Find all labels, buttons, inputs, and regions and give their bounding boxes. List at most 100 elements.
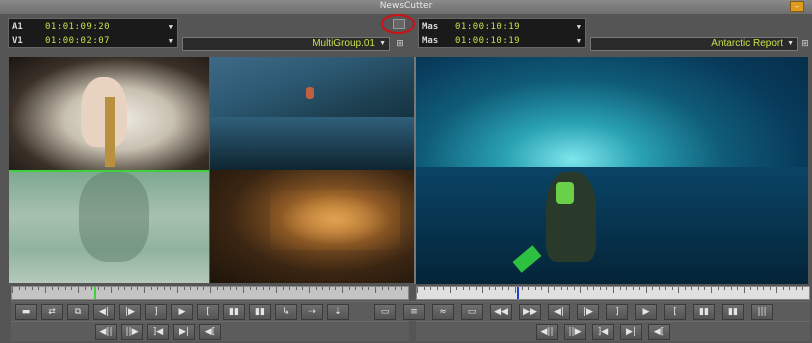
sync-icon[interactable]: ≈	[432, 304, 454, 320]
timeline-tick	[65, 287, 66, 290]
timeline-tick	[489, 287, 490, 290]
timeline-tick	[362, 287, 363, 290]
mark-in-icon[interactable]: [	[197, 304, 219, 320]
splice-icon[interactable]: ▮▮	[693, 304, 715, 320]
go-to-out-icon[interactable]: ▶|	[173, 324, 195, 340]
record-button-row-2: ◀|| ||▶ ]◀ ▶| ◀[	[416, 321, 810, 341]
track-label: Mas	[422, 36, 439, 46]
record-sequence-select[interactable]: Antarctic Report ▼	[590, 37, 798, 51]
overwrite-icon[interactable]: ⧉	[67, 304, 89, 320]
clear-in-icon[interactable]: ◀[	[648, 324, 670, 340]
play-icon[interactable]: ▶	[171, 304, 193, 320]
source-clip-select[interactable]: MultiGroup.01 ▼	[182, 37, 390, 51]
source-position-bar[interactable]	[11, 286, 409, 300]
grid-menu-icon[interactable]: ⊞	[395, 39, 405, 49]
multicam-angle-3[interactable]	[9, 170, 209, 283]
timeline-tick	[118, 287, 119, 290]
grid-menu-icon[interactable]: ⊞	[800, 39, 810, 49]
timeline-tick	[263, 287, 264, 290]
step-forward-icon[interactable]: ◀|	[548, 304, 570, 320]
timeline-tick	[450, 287, 451, 293]
dropdown-arrow-icon: ▼	[787, 40, 794, 47]
timeline-tick	[731, 287, 732, 290]
timeline-tick	[289, 287, 290, 290]
match-frame-icon[interactable]: ▮▮	[223, 304, 245, 320]
step-forward-10-icon[interactable]: ||▶	[564, 324, 586, 340]
toggle-source-icon[interactable]: ▭	[374, 304, 396, 320]
source-timecode-row-v1[interactable]: V1 01:00:02:07 ▼	[9, 35, 177, 47]
timeline-tick	[368, 287, 369, 290]
highlight-ring	[381, 14, 415, 34]
step-forward-icon[interactable]: |▶	[119, 304, 141, 320]
dropdown-arrow-icon[interactable]: ▼	[169, 35, 173, 47]
timeline-tick	[593, 287, 594, 290]
water-shape	[416, 167, 808, 284]
step-forward-10-icon[interactable]: ||▶	[121, 324, 143, 340]
lift-icon[interactable]: ▮▮	[722, 304, 744, 320]
timeline-tick	[724, 287, 725, 290]
timeline-tick	[45, 287, 46, 293]
timeline-tick	[144, 287, 145, 293]
trim-icon[interactable]: ⇄	[41, 304, 63, 320]
dropdown-arrow-icon[interactable]: ▼	[577, 35, 581, 47]
mark-out-icon[interactable]: ⁆	[145, 304, 167, 320]
step-back-10-icon[interactable]: ◀||	[95, 324, 117, 340]
timeline-tick	[329, 287, 330, 290]
timeline-tick	[164, 287, 165, 290]
match-frame-icon[interactable]: [	[664, 304, 686, 320]
timeline-tick	[355, 287, 356, 290]
mark-in-icon[interactable]: ▶	[635, 304, 657, 320]
multicam-angle-2[interactable]	[210, 57, 414, 170]
multicam-angle-4[interactable]	[210, 170, 414, 283]
multicam-angle-1[interactable]	[9, 57, 209, 170]
play-icon[interactable]: ]	[606, 304, 628, 320]
step-back-icon[interactable]: ▶▶	[519, 304, 541, 320]
timeline-tick	[639, 287, 640, 290]
record-position-indicator[interactable]	[517, 287, 519, 299]
timeline-tick	[256, 287, 257, 290]
figure-shape	[79, 172, 149, 262]
timeline-tick	[561, 287, 562, 290]
record-timecode-row-2[interactable]: Mas 01:00:10:19 ▼	[419, 35, 585, 47]
window-title: NewsCutter	[379, 1, 433, 11]
play-in-out-icon[interactable]: ]◀	[592, 324, 614, 340]
splice-icon[interactable]: ▮▮	[249, 304, 271, 320]
record-position-bar[interactable]	[416, 286, 810, 300]
extract-icon[interactable]: |||	[751, 304, 773, 320]
mark-out-icon[interactable]: |▶	[577, 304, 599, 320]
timeline-tick	[203, 287, 204, 290]
video-quality-icon[interactable]: ⇣	[327, 304, 349, 320]
lift-icon[interactable]: ↳	[275, 304, 297, 320]
timeline-tick	[250, 287, 251, 290]
play-in-out-icon[interactable]: ]◀	[147, 324, 169, 340]
source-position-indicator[interactable]	[94, 287, 96, 299]
timeline-tick	[574, 287, 575, 290]
track-label: A1	[12, 22, 23, 32]
timeline-tick	[210, 287, 211, 293]
timeline-tick	[296, 287, 297, 290]
fast-forward-icon[interactable]: ◀◀	[490, 304, 512, 320]
rewind-icon[interactable]: ▭	[461, 304, 483, 320]
dropdown-arrow-icon[interactable]: ▼	[577, 21, 581, 33]
record-timecode-row-1[interactable]: Mas 01:00:10:19 ▼	[419, 21, 585, 33]
timeline-tick	[672, 287, 673, 290]
clear-in-icon[interactable]: ◀[	[199, 324, 221, 340]
timeline-tick	[522, 287, 523, 290]
timeline-tick	[463, 287, 464, 290]
timeline-tick	[131, 287, 132, 290]
timeline-tick	[322, 287, 323, 290]
timeline-tick	[401, 287, 402, 290]
timeline-tick	[309, 287, 310, 293]
record-monitor[interactable]	[416, 57, 808, 284]
step-back-icon[interactable]: ◀|	[93, 304, 115, 320]
minimize-button[interactable]: –	[790, 1, 804, 12]
source-timecode-row-a1[interactable]: A1 01:01:09:20 ▼	[9, 21, 177, 33]
diver-tank-shape	[556, 182, 574, 204]
audio-icon[interactable]: ≡	[403, 304, 425, 320]
extract-icon[interactable]: ⇢	[301, 304, 323, 320]
go-to-out-icon[interactable]: ▶|	[620, 324, 642, 340]
timeline-tick	[613, 287, 614, 293]
step-back-10-icon[interactable]: ◀||	[536, 324, 558, 340]
dropdown-arrow-icon[interactable]: ▼	[169, 21, 173, 33]
mark-clip-icon[interactable]: ▬	[15, 304, 37, 320]
